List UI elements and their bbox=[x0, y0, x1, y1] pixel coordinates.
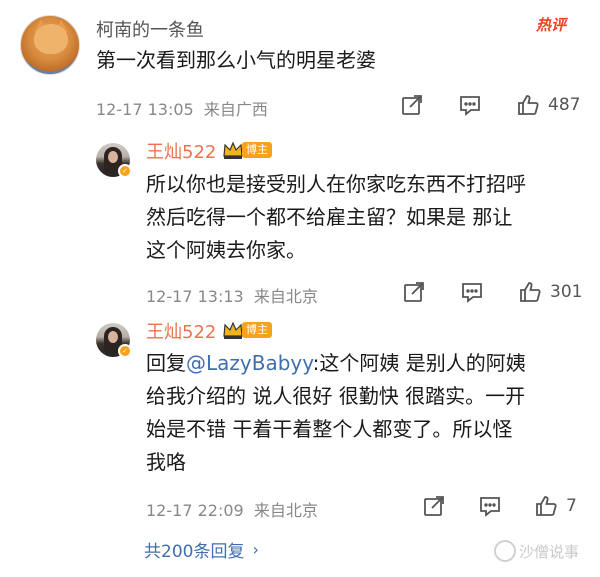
reply-line: 我咯 bbox=[146, 450, 186, 474]
crown-icon bbox=[223, 321, 243, 339]
reply-line: 回复@LazyBabyy:这个阿姨 是别人的阿姨 bbox=[146, 347, 526, 380]
verified-icon: ✓ bbox=[118, 344, 132, 358]
reply-line: 所以你也是接受别人在你家吃东西不打招呼 bbox=[146, 172, 526, 196]
avatar-face bbox=[108, 151, 118, 163]
comment-location: 来自北京 bbox=[253, 287, 318, 306]
comment-icon[interactable] bbox=[458, 93, 482, 117]
more-replies-label: 共200条回复 bbox=[144, 542, 245, 562]
reply-prefix: 回复 bbox=[146, 351, 186, 375]
like-icon[interactable] bbox=[518, 280, 542, 304]
hot-comment-badge: 热评 bbox=[536, 16, 567, 34]
reply-meta: 12-17 22:09 来自北京 bbox=[146, 497, 318, 521]
like-icon[interactable] bbox=[516, 93, 540, 117]
like-count: 487 bbox=[548, 95, 581, 115]
verified-icon: ✓ bbox=[118, 164, 132, 178]
reply-meta: 12-17 13:13 来自北京 bbox=[146, 283, 318, 307]
reply-text: 回复@LazyBabyy:这个阿姨 是别人的阿姨 给我介绍的 说人很好 很勤快 … bbox=[146, 347, 526, 479]
blogger-badge: 博主 bbox=[222, 320, 272, 340]
more-replies-link[interactable]: 共200条回复 › bbox=[144, 537, 259, 562]
blogger-badge: 博主 bbox=[222, 140, 272, 160]
comment-location: 来自北京 bbox=[253, 501, 318, 520]
reply-actions: 7 bbox=[422, 494, 577, 518]
share-icon[interactable] bbox=[402, 280, 426, 304]
cat-face bbox=[34, 24, 68, 54]
comment-time: 12-17 22:09 bbox=[146, 501, 244, 520]
comment-icon[interactable] bbox=[460, 280, 484, 304]
comment-icon[interactable] bbox=[478, 494, 502, 518]
watermark: 沙僧说事 bbox=[494, 540, 579, 562]
main-actions: 487 bbox=[400, 93, 580, 117]
watermark-text: 沙僧说事 bbox=[519, 542, 580, 561]
share-icon[interactable] bbox=[400, 93, 424, 117]
comment-location: 来自广西 bbox=[203, 100, 268, 119]
like-icon[interactable] bbox=[534, 494, 558, 518]
blogger-tag: 博主 bbox=[242, 322, 272, 338]
comment-time: 12-17 13:05 bbox=[96, 100, 194, 119]
chevron-right-icon: › bbox=[252, 540, 259, 559]
avatar-face bbox=[108, 331, 118, 343]
like-count: 301 bbox=[550, 282, 583, 302]
main-username[interactable]: 柯南的一条鱼 bbox=[96, 16, 204, 42]
reply-line: 这个阿姨去你家。 bbox=[146, 238, 306, 262]
blogger-tag: 博主 bbox=[242, 142, 272, 158]
mention-link[interactable]: @LazyBabyy bbox=[186, 351, 313, 375]
reply-line: 给我介绍的 说人很好 很勤快 很踏实。一开 bbox=[146, 384, 526, 408]
comment-time: 12-17 13:13 bbox=[146, 287, 244, 306]
watermark-logo-icon bbox=[494, 540, 516, 562]
main-comment-meta: 12-17 13:05 来自广西 bbox=[96, 96, 268, 120]
like-count: 7 bbox=[566, 496, 577, 516]
reply-username[interactable]: 王灿522 bbox=[146, 138, 216, 164]
reply-actions: 301 bbox=[402, 280, 582, 304]
reply-line: 始是不错 干着干着整个人都变了。所以怪 bbox=[146, 417, 513, 441]
reply-text: 所以你也是接受别人在你家吃东西不打招呼 然后吃得一个都不给雇主留？如果是 那让 … bbox=[146, 168, 526, 267]
reply-line-rest: :这个阿姨 是别人的阿姨 bbox=[312, 351, 526, 375]
reply-line: 然后吃得一个都不给雇主留？如果是 那让 bbox=[146, 205, 513, 229]
avatar[interactable] bbox=[20, 15, 80, 75]
crown-icon bbox=[223, 141, 243, 159]
reply-username[interactable]: 王灿522 bbox=[146, 318, 216, 344]
main-comment-text: 第一次看到那么小气的明星老婆 bbox=[96, 48, 376, 72]
share-icon[interactable] bbox=[422, 494, 446, 518]
